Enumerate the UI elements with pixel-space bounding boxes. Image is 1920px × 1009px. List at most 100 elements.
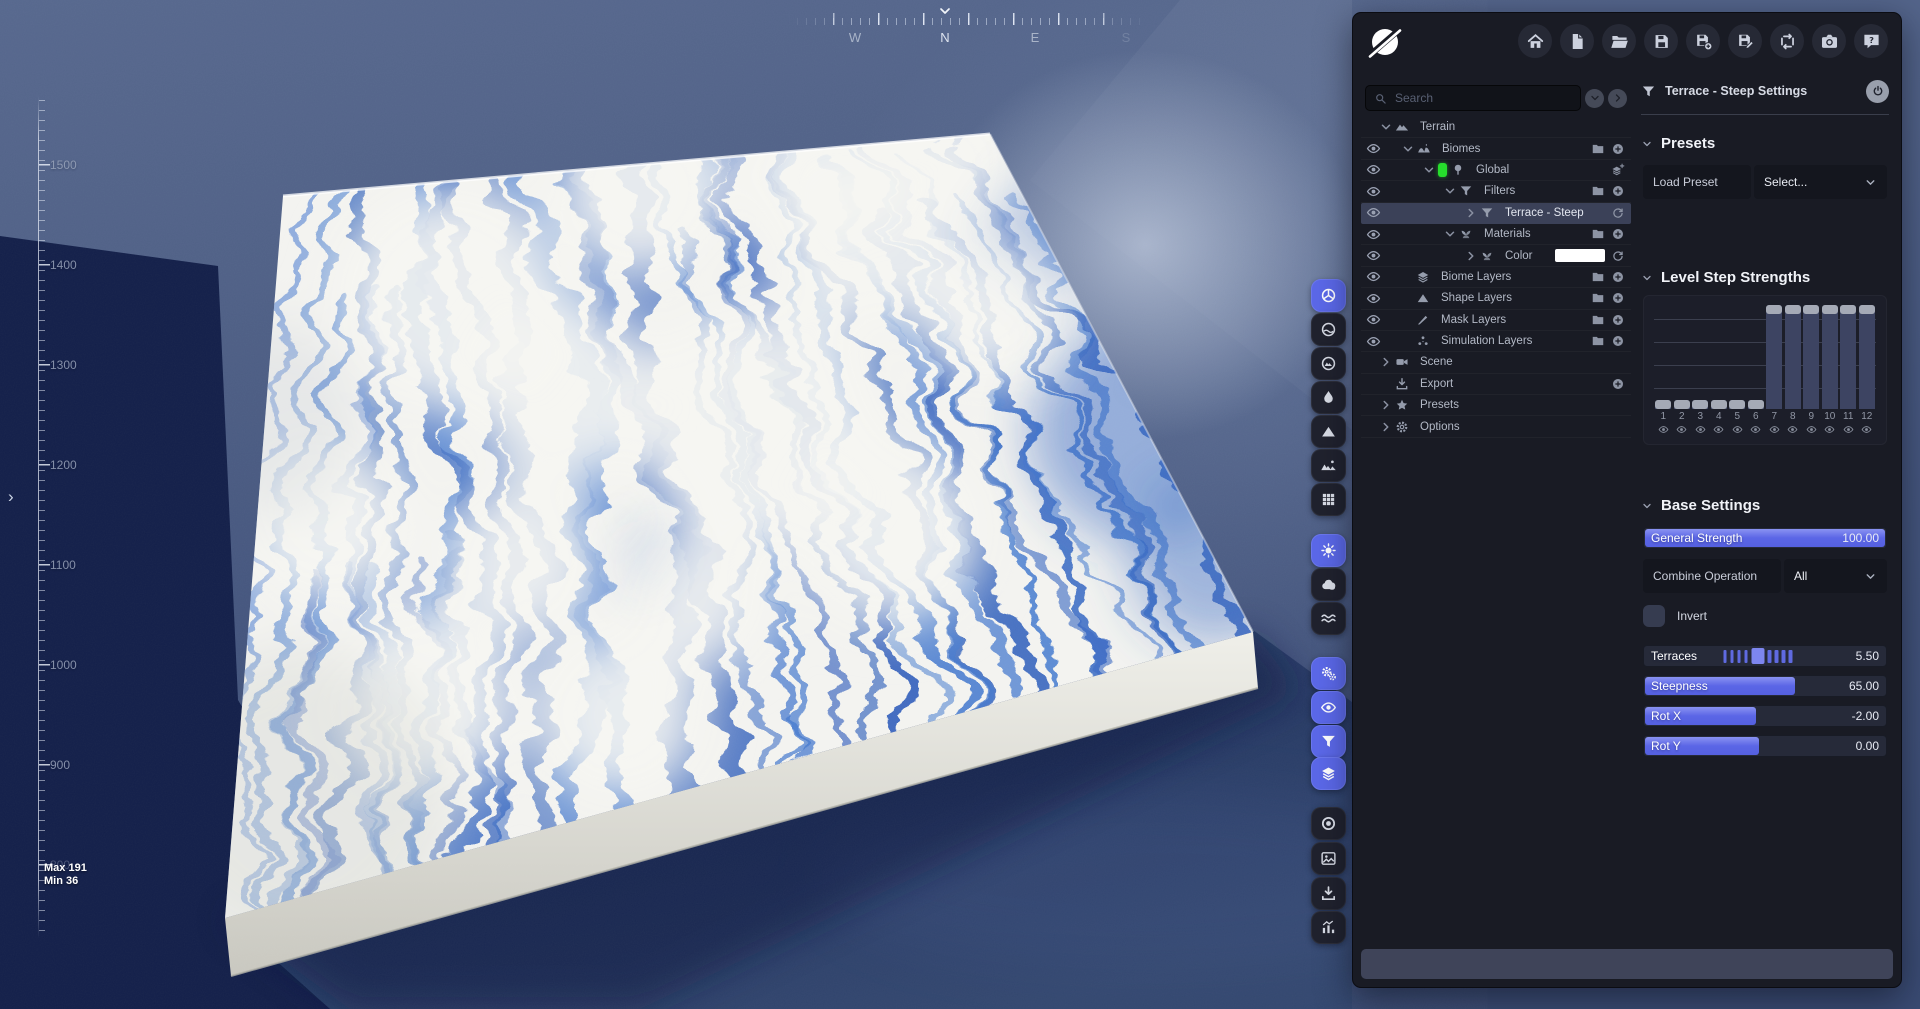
auto-rebuild-button[interactable] bbox=[1311, 657, 1346, 690]
tree-item-simulation-layers[interactable]: Simulation Layers bbox=[1361, 331, 1631, 352]
base-settings-header[interactable]: Base Settings bbox=[1639, 497, 1891, 514]
level-step-eye-toggle[interactable] bbox=[1839, 424, 1858, 435]
level-step-eye-toggle[interactable] bbox=[1802, 424, 1821, 435]
color-swatch[interactable] bbox=[1555, 249, 1605, 263]
tree-item-filters[interactable]: Filters bbox=[1361, 181, 1631, 202]
tree-item-biomes[interactable]: Biomes bbox=[1361, 138, 1631, 159]
expander-chevron-right-icon[interactable] bbox=[1379, 355, 1393, 369]
refresh-button[interactable] bbox=[1611, 206, 1625, 220]
terraces-slider[interactable]: Terraces 5.50 bbox=[1643, 645, 1887, 667]
sun-lighting-button[interactable] bbox=[1311, 534, 1346, 567]
tree-item-shape-layers[interactable]: Shape Layers bbox=[1361, 288, 1631, 309]
folder-button[interactable] bbox=[1591, 313, 1605, 327]
tree-item-export[interactable]: Export bbox=[1361, 374, 1631, 395]
tree-item-mask-layers[interactable]: Mask Layers bbox=[1361, 310, 1631, 331]
expander-chevron-right-icon[interactable] bbox=[1464, 249, 1478, 263]
bar-drag-handle[interactable] bbox=[1803, 305, 1820, 314]
tree-item-presets[interactable]: Presets bbox=[1361, 395, 1631, 416]
quick-export-button[interactable] bbox=[1311, 877, 1346, 910]
expander-chevron-down-icon[interactable] bbox=[1443, 227, 1457, 241]
water-display-button[interactable] bbox=[1311, 381, 1346, 414]
expander-chevron-right-icon[interactable] bbox=[1464, 206, 1478, 220]
next-result-button[interactable] bbox=[1608, 88, 1627, 108]
plus-button[interactable] bbox=[1611, 227, 1625, 241]
show-filters-button[interactable] bbox=[1311, 725, 1346, 758]
show-layers-button[interactable] bbox=[1311, 757, 1346, 790]
rot-y-slider[interactable]: Rot Y 0.00 bbox=[1643, 735, 1887, 757]
general-strength-slider[interactable]: General Strength 100.00 bbox=[1643, 527, 1887, 549]
new-project-button[interactable] bbox=[1560, 24, 1594, 58]
level-step-eye-toggle[interactable] bbox=[1691, 424, 1710, 435]
folder-button[interactable] bbox=[1591, 291, 1605, 305]
mountain-display-button[interactable] bbox=[1311, 415, 1346, 448]
folder-button[interactable] bbox=[1591, 184, 1605, 198]
left-panel-expand-handle[interactable]: › bbox=[8, 487, 14, 507]
statistics-button[interactable] bbox=[1311, 911, 1346, 944]
plus-button[interactable] bbox=[1611, 313, 1625, 327]
tree-item-options[interactable]: Options bbox=[1361, 416, 1631, 437]
bar-drag-handle[interactable] bbox=[1747, 400, 1764, 410]
load-preset-select[interactable]: Select... bbox=[1754, 165, 1887, 199]
expander-chevron-right-icon[interactable] bbox=[1379, 398, 1393, 412]
visibility-eye-toggle[interactable] bbox=[1366, 312, 1381, 327]
level-step-eye-toggle[interactable] bbox=[1784, 424, 1803, 435]
plus-button[interactable] bbox=[1611, 377, 1625, 391]
level-step-bar-10[interactable] bbox=[1821, 305, 1838, 409]
combine-operation-select[interactable]: All bbox=[1784, 559, 1887, 593]
folder-button[interactable] bbox=[1591, 334, 1605, 348]
bar-drag-handle[interactable] bbox=[1858, 305, 1875, 314]
bar-drag-handle[interactable] bbox=[1729, 400, 1746, 410]
folder-button[interactable] bbox=[1591, 227, 1605, 241]
visibility-eye-toggle[interactable] bbox=[1366, 269, 1381, 284]
clouds-button[interactable] bbox=[1311, 568, 1346, 601]
visibility-eye-toggle[interactable] bbox=[1366, 334, 1381, 349]
level-step-bar-5[interactable] bbox=[1729, 400, 1746, 410]
save-edit-button[interactable] bbox=[1728, 24, 1762, 58]
folder-button[interactable] bbox=[1591, 142, 1605, 156]
expander-chevron-down-icon[interactable] bbox=[1443, 184, 1457, 198]
level-step-bar-3[interactable] bbox=[1692, 400, 1709, 410]
visibility-eye-toggle[interactable] bbox=[1366, 141, 1381, 156]
home-button[interactable] bbox=[1518, 24, 1552, 58]
collapse-all-button[interactable] bbox=[1585, 88, 1604, 108]
view-textured-button[interactable] bbox=[1311, 313, 1346, 346]
expander-chevron-down-icon[interactable] bbox=[1401, 142, 1415, 156]
screenshot-button[interactable] bbox=[1812, 24, 1846, 58]
level-step-strengths-header[interactable]: Level Step Strengths bbox=[1639, 269, 1891, 286]
visibility-eye-toggle[interactable] bbox=[1366, 291, 1381, 306]
environment-display-button[interactable] bbox=[1311, 449, 1346, 482]
visibility-eye-toggle[interactable] bbox=[1366, 248, 1381, 263]
record-button[interactable] bbox=[1311, 807, 1346, 840]
rot-x-slider[interactable]: Rot X -2.00 bbox=[1643, 705, 1887, 727]
compass-ribbon[interactable]: WNES bbox=[788, 6, 1148, 52]
visibility-button[interactable] bbox=[1311, 691, 1346, 724]
plus-button[interactable] bbox=[1611, 291, 1625, 305]
level-step-eye-toggle[interactable] bbox=[1765, 424, 1784, 435]
search-input[interactable] bbox=[1393, 90, 1572, 106]
refresh-button[interactable] bbox=[1611, 249, 1625, 263]
level-step-bar-4[interactable] bbox=[1710, 400, 1727, 410]
level-step-eye-toggle[interactable] bbox=[1821, 424, 1840, 435]
help-button[interactable] bbox=[1854, 24, 1888, 58]
save-button[interactable] bbox=[1644, 24, 1678, 58]
level-step-bar-12[interactable] bbox=[1858, 305, 1875, 409]
level-step-bar-1[interactable] bbox=[1655, 400, 1672, 410]
grid-display-button[interactable] bbox=[1311, 483, 1346, 516]
bar-drag-handle[interactable] bbox=[1692, 400, 1709, 410]
save-as-button[interactable] bbox=[1686, 24, 1720, 58]
bar-drag-handle[interactable] bbox=[1840, 305, 1857, 314]
bar-drag-handle[interactable] bbox=[1710, 400, 1727, 410]
level-step-bar-11[interactable] bbox=[1840, 305, 1857, 409]
level-step-eye-toggle[interactable] bbox=[1747, 424, 1766, 435]
expander-chevron-down-icon[interactable] bbox=[1379, 120, 1393, 134]
plus-button[interactable] bbox=[1611, 184, 1625, 198]
water-sim-button[interactable] bbox=[1311, 602, 1346, 635]
tree-item-materials[interactable]: Materials bbox=[1361, 224, 1631, 245]
tree-item-scene[interactable]: Scene bbox=[1361, 352, 1631, 373]
visibility-eye-toggle[interactable] bbox=[1366, 227, 1381, 242]
level-step-eye-toggle[interactable] bbox=[1710, 424, 1729, 435]
bar-drag-handle[interactable] bbox=[1784, 305, 1801, 314]
filter-enabled-toggle[interactable] bbox=[1866, 79, 1889, 103]
rebuild-button[interactable] bbox=[1770, 24, 1804, 58]
bar-drag-handle[interactable] bbox=[1821, 305, 1838, 314]
